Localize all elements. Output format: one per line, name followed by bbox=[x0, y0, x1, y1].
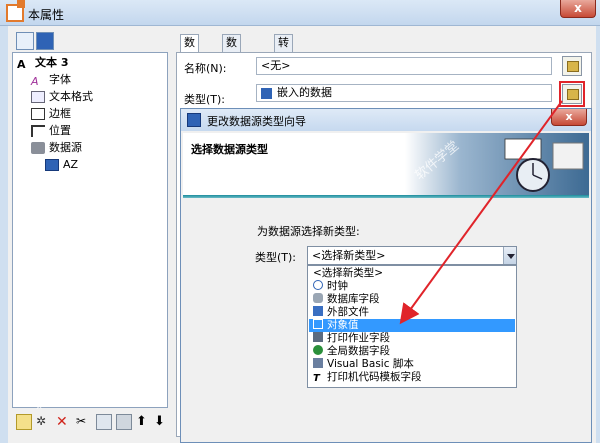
type-label: 类型(T): bbox=[184, 93, 226, 106]
tree-item-position[interactable]: 位置 bbox=[31, 123, 71, 139]
globe-icon bbox=[313, 345, 323, 355]
text-a-icon: A bbox=[17, 58, 26, 71]
wizard-heading: 选择数据源类型 bbox=[191, 143, 268, 156]
name-field[interactable]: <无> bbox=[256, 57, 552, 75]
window-title-bar bbox=[0, 0, 600, 26]
window-title: 本属性 bbox=[28, 8, 65, 22]
wizard-icon bbox=[187, 113, 201, 127]
embedded-data-icon bbox=[45, 159, 59, 171]
datasource-icon bbox=[31, 142, 45, 154]
type-dropdown-list: <选择新类型> 时钟 数据库字段 外部文件 对象值 打印作业字段 全局数据字段 … bbox=[307, 265, 517, 388]
magic-wand-icon[interactable]: ✲ bbox=[36, 414, 52, 430]
new-icon[interactable] bbox=[16, 414, 32, 430]
change-datasource-wizard: 更改数据源类型向导 x 选择数据源类型 为数据源选择新类型: 类型(T): <选… bbox=[180, 108, 592, 443]
property-tree: A 文本 3 A 字体 文本格式 边框 位置 数据源 AZ bbox=[12, 52, 168, 408]
paste-icon[interactable] bbox=[116, 414, 132, 430]
option-external-file[interactable]: 外部文件 bbox=[309, 306, 515, 319]
option-global-data-field[interactable]: 全局数据字段 bbox=[309, 345, 515, 358]
option-database-field[interactable]: 数据库字段 bbox=[309, 293, 515, 306]
move-up-icon[interactable]: ⬆ bbox=[136, 414, 152, 430]
tree-item-text3[interactable]: A 文本 3 bbox=[17, 55, 68, 71]
tree-item-border[interactable]: 边框 bbox=[31, 106, 71, 122]
wizard-close-button[interactable]: x bbox=[551, 109, 587, 126]
option-object-value[interactable]: 对象值 bbox=[309, 319, 515, 332]
name-label: 名称(N): bbox=[184, 62, 227, 75]
text-format-icon bbox=[31, 91, 45, 103]
border-icon bbox=[31, 108, 45, 120]
tab-datatype[interactable]: 数据类型 bbox=[222, 34, 241, 97]
expand-tree-icon[interactable] bbox=[16, 32, 34, 50]
font-icon: A bbox=[31, 75, 39, 88]
copy-icon[interactable] bbox=[96, 414, 112, 430]
wizard-type-label: 类型(T): bbox=[255, 251, 297, 264]
object-value-icon bbox=[313, 319, 323, 329]
wizard-separator bbox=[183, 195, 589, 198]
option-select-new[interactable]: <选择新类型> bbox=[309, 267, 515, 280]
browse-name-button[interactable] bbox=[562, 56, 582, 76]
option-printer-code-template[interactable]: T 打印机代码模板字段 bbox=[309, 371, 515, 384]
tree-item-datasource[interactable]: 数据源 bbox=[31, 140, 82, 156]
position-icon bbox=[31, 125, 45, 137]
type-prompt: 为数据源选择新类型: bbox=[257, 225, 360, 238]
tree-bottom-toolbar: ✲ ✕ ✂ ⬆ ⬇ bbox=[14, 412, 168, 434]
cut-icon[interactable]: ✂ bbox=[76, 414, 92, 430]
chevron-down-icon[interactable] bbox=[503, 247, 516, 264]
option-clock[interactable]: 时钟 bbox=[309, 280, 515, 293]
printer-code-icon: T bbox=[313, 373, 320, 384]
wizard-title: 更改数据源类型向导 bbox=[207, 115, 306, 128]
option-vb-script[interactable]: Visual Basic 脚本 bbox=[309, 358, 515, 371]
file-icon bbox=[313, 306, 323, 316]
option-print-job-field[interactable]: 打印作业字段 bbox=[309, 332, 515, 345]
print-job-icon bbox=[313, 332, 323, 342]
tab-datasource[interactable]: 数据源 bbox=[180, 34, 199, 81]
vb-script-icon bbox=[313, 358, 323, 368]
delete-icon[interactable]: ✕ bbox=[56, 414, 72, 430]
view-toggle-icon[interactable] bbox=[36, 32, 54, 50]
move-down-icon[interactable]: ⬇ bbox=[154, 414, 170, 430]
database-icon bbox=[313, 293, 323, 303]
clock-icon bbox=[313, 280, 323, 290]
close-button[interactable]: x bbox=[560, 0, 596, 18]
embedded-data-icon bbox=[261, 88, 272, 99]
tree-item-az[interactable]: AZ bbox=[45, 157, 78, 173]
browse-type-button[interactable] bbox=[559, 81, 585, 107]
type-select[interactable]: <选择新类型> bbox=[307, 246, 517, 265]
tree-toolbar bbox=[14, 32, 168, 52]
tab-convert[interactable]: 转换 bbox=[274, 34, 293, 65]
type-field[interactable]: 嵌入的数据 bbox=[256, 84, 552, 102]
tree-item-font[interactable]: A 字体 bbox=[31, 72, 71, 88]
app-icon bbox=[6, 0, 25, 22]
tree-item-text-format[interactable]: 文本格式 bbox=[31, 89, 93, 105]
